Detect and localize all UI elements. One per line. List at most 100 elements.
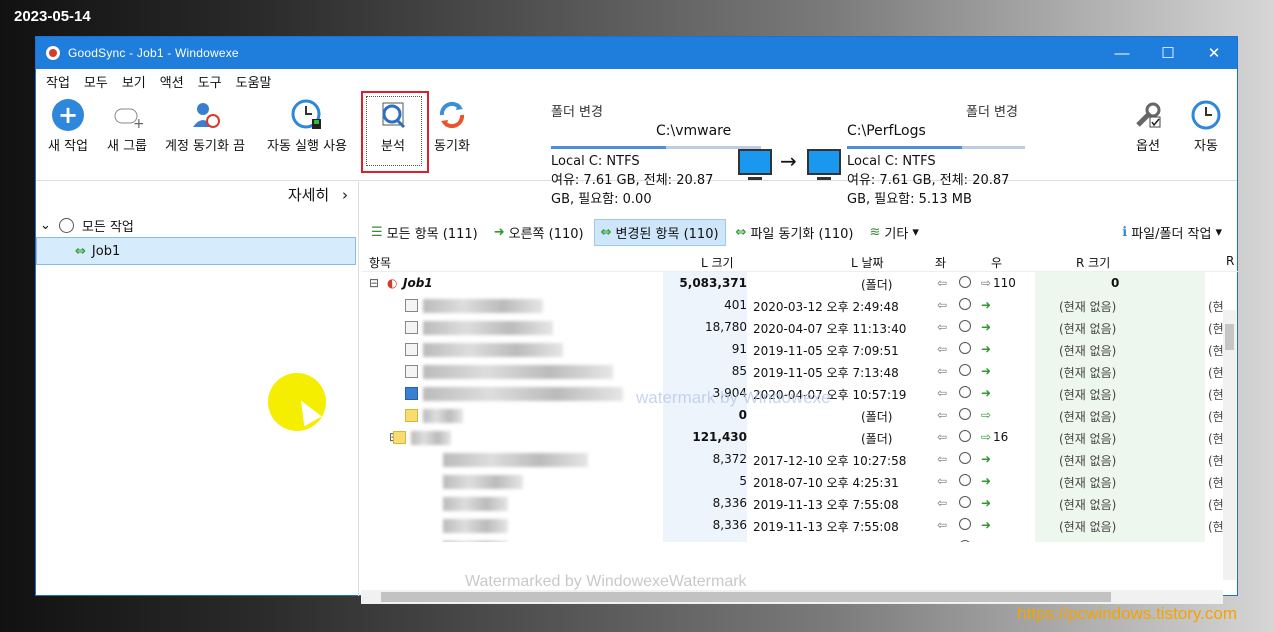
tree-item-job1[interactable]: ⇔ Job1 (36, 237, 356, 265)
arrow-right-icon: ➜ (981, 342, 992, 356)
sync-button[interactable]: 동기화 (428, 99, 476, 154)
table-row[interactable]: ⊟ ◐ Job1 5,083,371 (폴더) ⇦ ⇨ 110 0 (361, 272, 1223, 294)
arrow-left-icon: ⇦ (937, 496, 948, 510)
account-sync-button[interactable]: 계정 동기화 끔 (158, 99, 252, 154)
site-url[interactable]: https://pcwindows.tistory.com (1017, 604, 1237, 624)
filter-other[interactable]: ≋ 기타 ▾ (863, 220, 924, 245)
radio-icon (959, 364, 971, 379)
sync-direction-icon: ⇔ (75, 243, 86, 259)
table-row[interactable]: 18,780 2020-04-07 오후 11:13:40 ⇦ ➜ (현재 없음… (361, 316, 1223, 338)
menu-help[interactable]: 도움말 (236, 72, 272, 91)
collapse-icon[interactable]: ⊟ (369, 276, 379, 290)
tree-all-jobs[interactable]: ⌄ 모든 작업 (40, 216, 134, 235)
file-name (443, 540, 508, 542)
arrow-right-icon: ➜ (981, 540, 991, 542)
filter-changed[interactable]: ⇔ 변경된 항목 (110) (593, 218, 726, 246)
col-right[interactable]: 우 (991, 254, 1002, 271)
file-name (443, 452, 588, 467)
goodsync-window: GoodSync - Job1 - Windowexe — ☐ ✕ 작업 모두 … (35, 36, 1238, 604)
radio-icon (959, 452, 971, 467)
auto-run-button[interactable]: 자동 실행 사용 (260, 99, 354, 154)
table-row[interactable]: 8,372 2017-12-10 오후 10:27:58 ⇦ ➜ (현재 없음)… (361, 448, 1223, 470)
arrow-right-icon: ➜ (981, 452, 992, 466)
table-row[interactable]: 8,336 2019-11-13 오후 7:55:08 ⇦ ➜ (현재 없음) … (361, 514, 1223, 536)
arrow-right-outline-icon: ⇨ (981, 430, 992, 444)
filter-file-sync[interactable]: ⇔ 파일 동기화 (110) (730, 220, 860, 245)
menubar: 작업 모두 보기 액션 도구 도움말 (36, 69, 1237, 93)
dropdown-arrow-icon: ▾ (912, 224, 919, 240)
chevron-down-icon[interactable]: ⌄ (40, 218, 51, 233)
menu-tools[interactable]: 도구 (198, 72, 222, 91)
col-item[interactable]: 항목 (369, 254, 391, 271)
col-r[interactable]: R (1226, 254, 1234, 268)
menu-all[interactable]: 모두 (84, 72, 108, 91)
menu-view[interactable]: 보기 (122, 72, 146, 91)
filter-all[interactable]: ☰ 모든 항목 (111) (365, 220, 484, 245)
minimize-button[interactable]: — (1099, 37, 1145, 69)
sync-arrows-icon (436, 99, 468, 131)
arrow-right-icon: ➜ (981, 496, 992, 510)
horizontal-scrollbar[interactable] (361, 590, 1223, 604)
folder-icon (405, 408, 418, 422)
file-name (423, 364, 613, 379)
file-icon (405, 364, 418, 378)
options-button[interactable]: 옵션 (1130, 99, 1166, 154)
arrow-right-icon: ➜ (981, 320, 992, 334)
file-name (423, 342, 563, 357)
maximize-button[interactable]: ☐ (1145, 37, 1191, 69)
arrow-right-icon: ➜ (981, 386, 992, 400)
vertical-scrollbar[interactable] (1223, 310, 1236, 580)
auto-button[interactable]: 자동 (1188, 99, 1224, 154)
table-row[interactable]: 85 2019-11-05 오후 7:13:48 ⇦ ➜ (현재 없음) (현 (361, 360, 1223, 382)
detail-toggle[interactable]: 자세히 › (288, 184, 348, 205)
col-left[interactable]: 좌 (935, 254, 946, 271)
filter-right[interactable]: ➜ 오른쪽 (110) (488, 220, 590, 245)
file-name (423, 408, 463, 423)
filter-bar: ☰ 모든 항목 (111) ➜ 오른쪽 (110) ⇔ 변경된 항목 (110)… (361, 217, 1238, 247)
file-name (411, 430, 451, 445)
col-ldate[interactable]: L 날짜 (851, 254, 884, 271)
goodsync-logo-icon (46, 46, 60, 60)
goodsync-job-icon: ◐ (387, 276, 398, 290)
arrow-right-icon: ➜ (981, 518, 992, 532)
menu-job[interactable]: 작업 (46, 72, 70, 91)
new-job-button[interactable]: + 새 작업 (44, 99, 92, 154)
col-lsize[interactable]: L 크기 (701, 254, 734, 271)
file-name (443, 474, 523, 489)
menu-action[interactable]: 액션 (160, 72, 184, 91)
table-row[interactable]: 5 2018-07-10 오후 4:25:31 ⇦ ➜ (현재 없음) (현 (361, 470, 1223, 492)
svg-text:+: + (133, 116, 143, 131)
clock-icon (291, 99, 323, 131)
table-row[interactable]: 7,979 2019-11-13 오후 7:55:08 ⇦ ➜ (현재 없음) … (361, 536, 1223, 542)
arrow-left-icon: ⇦ (937, 518, 948, 532)
arrow-left-icon: ⇦ (937, 474, 948, 488)
radio-icon (959, 408, 971, 423)
arrow-left-icon: ⇦ (937, 276, 948, 290)
radio-icon (959, 540, 971, 542)
arrow-left-icon: ⇦ (937, 298, 948, 312)
file-name (443, 496, 508, 511)
plus-icon: + (52, 99, 84, 131)
arrow-left-icon: ⇦ (937, 320, 948, 334)
table-row[interactable]: 91 2019-11-05 오후 7:09:51 ⇦ ➜ (현재 없음) (현 (361, 338, 1223, 360)
close-button[interactable]: ✕ (1191, 37, 1237, 69)
radio-icon (959, 342, 971, 357)
file-icon (405, 342, 418, 356)
left-folder-path[interactable]: C:\vmware (656, 123, 731, 139)
table-row[interactable]: 8,336 2019-11-13 오후 7:55:08 ⇦ ➜ (현재 없음) … (361, 492, 1223, 514)
radio-icon (959, 276, 971, 291)
arrow-right-icon: ➜ (981, 364, 992, 378)
table-row[interactable]: ⊟ 121,430 (폴더) ⇦ ⇨ 16 (현재 없음) (현 (361, 426, 1223, 448)
right-folder-path[interactable]: C:\PerfLogs (847, 123, 926, 139)
new-group-button[interactable]: + 새 그룹 (102, 99, 152, 154)
titlebar: GoodSync - Job1 - Windowexe — ☐ ✕ (36, 37, 1237, 69)
file-folder-ops[interactable]: ℹ 파일/폴더 작업 ▾ (1116, 220, 1228, 245)
arrow-right-icon: ➜ (981, 474, 992, 488)
table-row[interactable]: 401 2020-03-12 오후 2:49:48 ⇦ ➜ (현재 없음) (현 (361, 294, 1223, 316)
right-path-underline (847, 146, 1025, 149)
arrow-right-icon: ➜ (493, 224, 505, 240)
bottom-watermark: Watermarked by WindowexeWatermark (465, 573, 747, 590)
right-folder-header: 폴더 변경 (966, 105, 1018, 120)
arrow-left-icon: ⇦ (937, 386, 948, 400)
col-rsize[interactable]: R 크기 (1076, 254, 1110, 271)
